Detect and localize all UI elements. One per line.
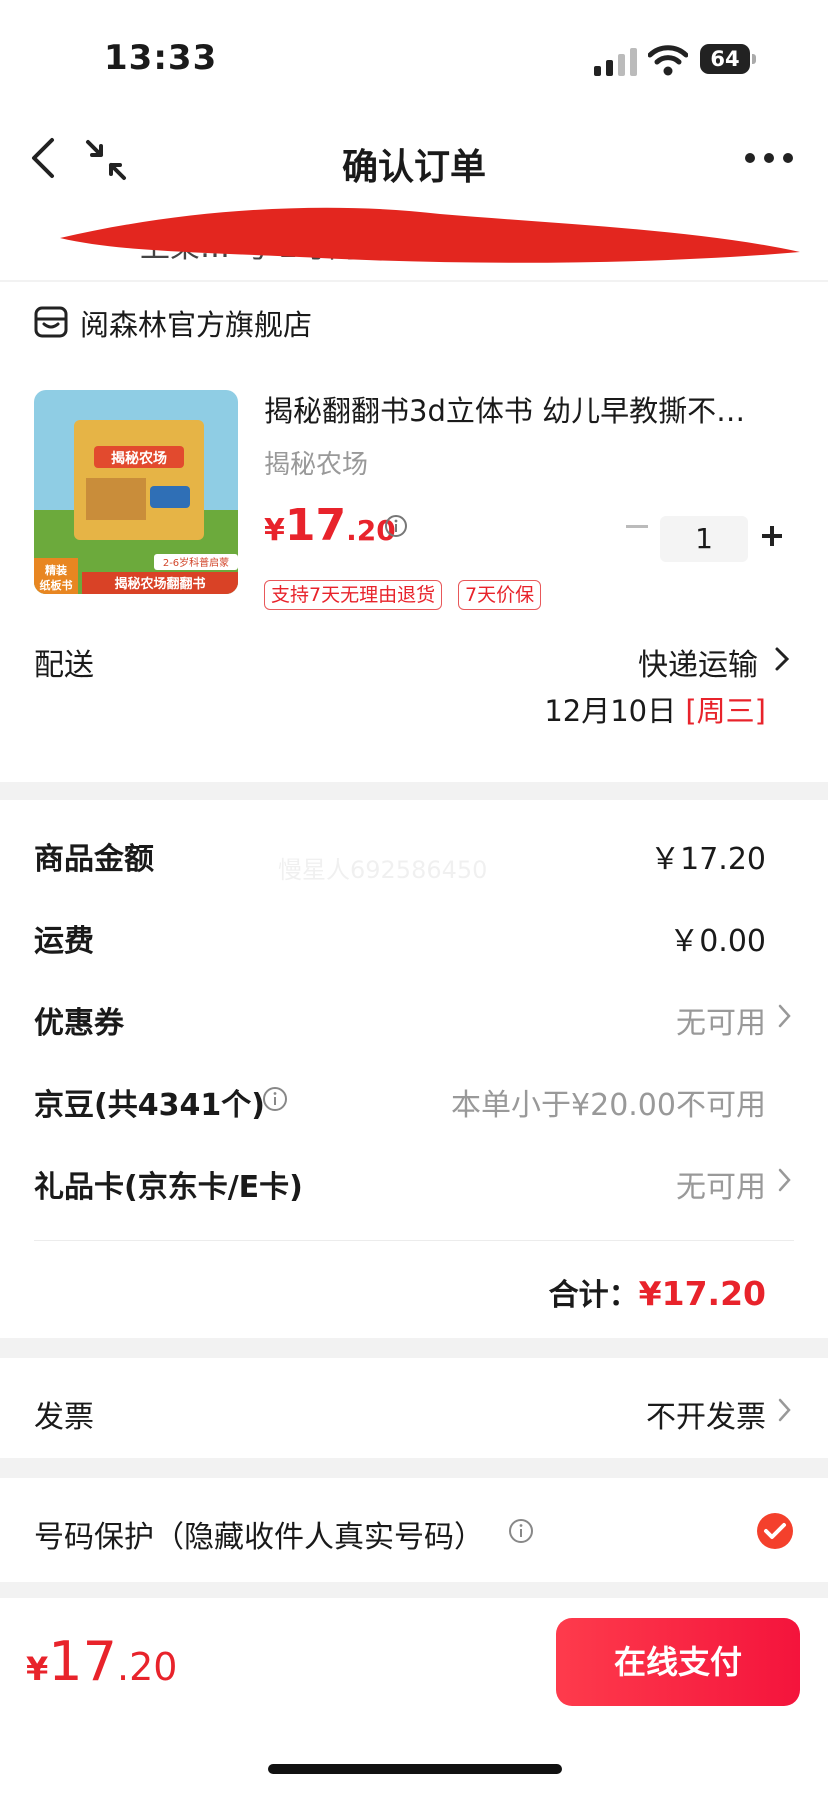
goods-amount-label: 商品金额 (34, 842, 154, 877)
quantity-decrease-button[interactable] (620, 520, 654, 534)
product-image[interactable]: 揭秘农场 精装 纸板书 2-6岁科普启蒙 揭秘农场翻翻书 (34, 390, 238, 594)
store-icon (34, 306, 68, 338)
product-image-banner: 揭秘农场 (111, 450, 167, 467)
invoice-chevron-right-icon[interactable] (778, 1398, 792, 1422)
gift-card-label[interactable]: 礼品卡(京东卡/E卡) (34, 1162, 303, 1206)
quantity-input[interactable]: 1 (660, 516, 748, 562)
watermark: 慢星人692586450 (278, 856, 488, 884)
coupon-value[interactable]: 无可用 (676, 998, 766, 1042)
delivery-chevron-right-icon[interactable] (774, 646, 790, 672)
privacy-checkbox-checked-icon[interactable] (756, 1512, 794, 1550)
more-options-icon[interactable] (744, 150, 794, 166)
product-image-age: 2-6岁科普启蒙 (163, 556, 229, 569)
svg-text:精装: 精装 (45, 563, 67, 577)
battery-level: 64 (700, 44, 750, 74)
jingdou-info-icon[interactable] (262, 1086, 288, 1112)
product-spec[interactable]: 揭秘农场 (264, 444, 368, 481)
quantity-increase-button[interactable] (758, 522, 786, 550)
redaction-scribble (60, 207, 800, 263)
order-total: 合计：¥17.20 (548, 1274, 766, 1313)
privacy-info-icon[interactable] (508, 1518, 534, 1544)
product-image-caption: 揭秘农场翻翻书 (114, 576, 205, 592)
invoice-label[interactable]: 发票 (34, 1392, 94, 1436)
price-info-icon[interactable] (384, 514, 408, 538)
home-indicator[interactable] (268, 1764, 562, 1774)
gift-card-value[interactable]: 无可用 (676, 1162, 766, 1206)
divider (34, 1240, 794, 1241)
privacy-label: 号码保护（隐藏收件人真实号码） (34, 1520, 484, 1555)
return-policy-tag[interactable]: 支持7天无理由退货 (264, 580, 443, 610)
gift-card-chevron-right-icon[interactable] (778, 1168, 792, 1192)
delivery-label: 配送 (34, 648, 94, 683)
coupon-label[interactable]: 优惠券 (34, 998, 124, 1042)
wifi-icon (648, 45, 688, 76)
store-name[interactable]: 阅森林官方旗舰店 (80, 302, 312, 344)
delivery-method[interactable]: 快递运输 (638, 640, 758, 684)
jingdou-value: 本单小于¥20.00不可用 (451, 1088, 766, 1123)
shipping-value: ￥0.00 (669, 924, 766, 959)
goods-amount-value: ￥17.20 (650, 842, 766, 877)
shipping-label: 运费 (34, 924, 94, 959)
jingdou-label: 京豆(共4341个) (34, 1088, 265, 1123)
status-time: 13:33 (104, 38, 218, 78)
invoice-value[interactable]: 不开发票 (646, 1392, 766, 1436)
page-title: 确认订单 (341, 147, 486, 188)
delivery-date[interactable]: 12月10日 [周三] (544, 688, 766, 730)
price-protect-tag[interactable]: 7天价保 (458, 580, 542, 610)
product-price: ¥17.20 (264, 500, 396, 551)
battery-icon: 64 (700, 44, 758, 74)
coupon-chevron-right-icon[interactable] (778, 1004, 792, 1028)
pay-online-button[interactable]: 在线支付 (556, 1618, 800, 1706)
product-title[interactable]: 揭秘翻翻书3d立体书 幼儿早教撕不… (264, 388, 784, 430)
bottom-total-price: ¥17.20 (26, 1630, 178, 1693)
svg-text:纸板书: 纸板书 (40, 578, 73, 592)
cellular-signal-icon (594, 48, 637, 76)
